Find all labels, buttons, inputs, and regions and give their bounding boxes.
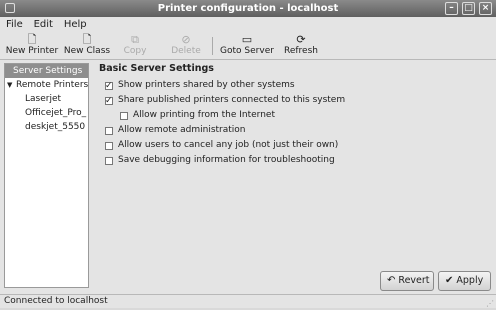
maximize-icon[interactable]: □ (462, 2, 475, 15)
status-text: Connected to localhost (4, 296, 108, 306)
option-show-shared-printers[interactable]: Show printers shared by other systems (99, 78, 489, 94)
close-icon[interactable]: × (479, 2, 492, 15)
checkbox-share-published[interactable] (105, 94, 113, 109)
minimize-icon[interactable]: – (445, 2, 458, 15)
menu-file[interactable]: File (2, 17, 27, 33)
new-class-icon: 🗋 (82, 33, 92, 46)
sidebar-item-laserjet[interactable]: Laserjet (5, 92, 88, 106)
checkbox-cancel-any-job[interactable] (105, 141, 113, 150)
sidebar-tree: Server Settings ▼ Remote Printers Laserje… (4, 63, 89, 288)
goto-server-button[interactable]: ▭ Goto Server (219, 33, 275, 59)
apply-check-icon: ✔ (445, 275, 454, 286)
new-printer-icon: 🗋 (27, 33, 37, 46)
sidebar-item-officejet[interactable]: Officejet_Pro_ (5, 106, 88, 120)
refresh-icon: ⟳ (296, 33, 306, 46)
revert-icon: ↶ (387, 275, 396, 286)
menu-edit[interactable]: Edit (30, 17, 57, 33)
option-allow-internet-printing[interactable]: Allow printing from the Internet (99, 108, 489, 123)
menu-help[interactable]: Help (60, 17, 91, 33)
copy-button[interactable]: ⧉ Copy (120, 33, 150, 59)
delete-icon: ⊘ (181, 33, 191, 46)
option-allow-cancel-any-job[interactable]: Allow users to cancel any job (not just … (99, 138, 489, 153)
sidebar-item-deskjet[interactable]: deskjet_5550 (5, 120, 88, 134)
new-class-button[interactable]: 🗋 New Class (63, 33, 111, 59)
goto-server-icon: ▭ (241, 33, 253, 46)
printer-config-window: Printer configuration - localhost – □ × … (0, 0, 496, 308)
delete-button[interactable]: ⊘ Delete (168, 33, 204, 59)
revert-button[interactable]: ↶ Revert (380, 271, 434, 291)
option-allow-remote-admin[interactable]: Allow remote administration (99, 123, 489, 138)
toolbar-separator (212, 37, 213, 55)
copy-icon: ⧉ (131, 33, 139, 46)
menu-bar: File Edit Help (0, 17, 496, 33)
option-share-published-printers[interactable]: Share published printers connected to th… (99, 93, 489, 109)
expander-triangle-icon[interactable]: ▼ (7, 78, 16, 92)
checkbox-allow-internet[interactable] (120, 111, 128, 120)
section-title: Basic Server Settings (99, 63, 214, 74)
checkbox-show-shared[interactable] (105, 79, 113, 94)
checkbox-save-debugging[interactable] (105, 156, 113, 165)
server-settings-panel: Basic Server Settings Show printers shar… (99, 63, 489, 168)
new-printer-button[interactable]: 🗋 New Printer (4, 33, 60, 59)
title-bar[interactable]: Printer configuration - localhost – □ × (0, 0, 496, 17)
resize-grip-icon[interactable]: ⋰ (486, 297, 494, 310)
refresh-button[interactable]: ⟳ Refresh (282, 33, 320, 59)
toolbar: 🗋 New Printer 🗋 New Class ⧉ Copy ⊘ Delet… (0, 33, 496, 60)
window-title: Printer configuration - localhost (157, 3, 339, 14)
option-save-debugging-info[interactable]: Save debugging information for troublesh… (99, 153, 489, 168)
apply-button[interactable]: ✔ Apply (438, 271, 491, 291)
status-bar: Connected to localhost ⋰ (0, 294, 496, 308)
checkbox-remote-admin[interactable] (105, 126, 113, 135)
window-menu-icon[interactable] (5, 3, 15, 13)
sidebar-group-remote-printers[interactable]: ▼ Remote Printers (5, 78, 88, 92)
sidebar-item-server-settings[interactable]: Server Settings (5, 64, 88, 78)
